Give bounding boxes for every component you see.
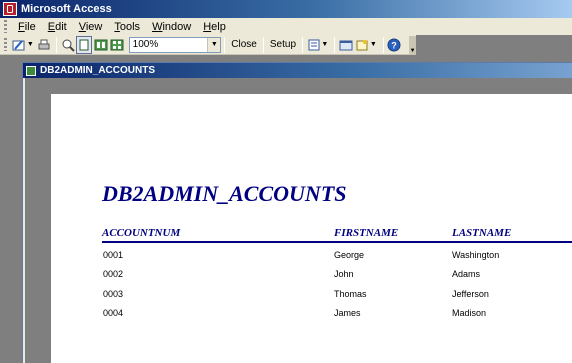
office-links-icon[interactable]	[306, 36, 321, 54]
preview-workspace: DB2ADMIN_ACCOUNTS ACCOUNTNUM FIRSTNAME L…	[25, 78, 572, 363]
column-header-firstname: FIRSTNAME	[334, 227, 399, 239]
access-app-icon[interactable]	[3, 2, 17, 16]
menu-help[interactable]: Help	[197, 21, 232, 33]
table-cell: 0003	[103, 289, 124, 299]
help-icon[interactable]: ?	[387, 36, 402, 54]
toolbar-options-icon[interactable]: ▼	[409, 35, 416, 54]
table-cell: 0002	[103, 269, 124, 279]
column-header-accountnum: ACCOUNTNUM	[102, 227, 181, 239]
database-window-icon[interactable]	[338, 36, 353, 54]
svg-text:?: ?	[392, 40, 398, 50]
table-cell: Jefferson	[452, 289, 489, 299]
table-cell: George	[334, 250, 365, 260]
report-icon[interactable]	[26, 65, 36, 76]
table-cell: Madison	[452, 308, 487, 318]
report-title: DB2ADMIN_ACCOUNTS	[102, 181, 347, 206]
table-cell: 0004	[103, 308, 124, 318]
print-icon[interactable]	[37, 36, 52, 54]
table-cell: James	[334, 308, 361, 318]
two-pages-icon[interactable]	[93, 36, 108, 54]
view-dropdown-arrow-icon[interactable]: ▼	[27, 41, 34, 48]
new-object-dropdown-arrow-icon[interactable]: ▼	[370, 41, 377, 48]
one-page-icon[interactable]	[76, 35, 93, 54]
table-cell: Washington	[452, 250, 500, 260]
menu-tools[interactable]: Tools	[108, 21, 146, 33]
toolbar-separator	[302, 36, 304, 53]
table-cell: Thomas	[334, 289, 367, 299]
report-page[interactable]: DB2ADMIN_ACCOUNTS ACCOUNTNUM FIRSTNAME L…	[51, 94, 572, 363]
toolbar-separator	[56, 36, 58, 53]
menu-edit[interactable]: Edit	[42, 21, 73, 33]
office-links-dropdown-arrow-icon[interactable]: ▼	[321, 41, 328, 48]
design-view-icon[interactable]	[12, 36, 27, 54]
menu-bar: File Edit View Tools Window Help	[0, 18, 572, 35]
toolbar-separator	[224, 36, 226, 53]
header-rule	[102, 241, 572, 243]
print-preview-toolbar: ▼ 100% ▼ Close Setup ▼ ▼ ? ▼	[0, 35, 416, 55]
table-cell: 0001	[103, 250, 124, 260]
menu-window[interactable]: Window	[146, 21, 197, 33]
toolbar-separator	[334, 36, 336, 53]
toolbar-separator	[262, 36, 264, 53]
zoom-magnifier-icon[interactable]	[60, 36, 75, 54]
app-title: Microsoft Access	[21, 3, 112, 15]
menu-view[interactable]: View	[73, 21, 109, 33]
toolbar-grip[interactable]	[4, 38, 7, 51]
multiple-pages-icon[interactable]	[109, 36, 124, 54]
zoom-select[interactable]: 100% ▼	[128, 36, 222, 53]
setup-button[interactable]: Setup	[267, 39, 299, 50]
menu-file[interactable]: File	[12, 21, 42, 33]
table-cell: Adams	[452, 269, 481, 279]
toolbar-separator	[382, 36, 384, 53]
new-object-icon[interactable]	[355, 36, 370, 54]
close-button[interactable]: Close	[228, 39, 260, 50]
zoom-value: 100%	[132, 39, 159, 50]
report-window-title-bar[interactable]: DB2ADMIN_ACCOUNTS	[23, 63, 572, 78]
menu-grip[interactable]	[4, 20, 7, 33]
app-title-bar[interactable]: Microsoft Access	[0, 0, 572, 18]
report-window-title: DB2ADMIN_ACCOUNTS	[40, 65, 156, 76]
table-cell: John	[334, 269, 354, 279]
chevron-down-icon[interactable]: ▼	[207, 37, 221, 52]
column-header-lastname: LASTNAME	[452, 227, 512, 239]
